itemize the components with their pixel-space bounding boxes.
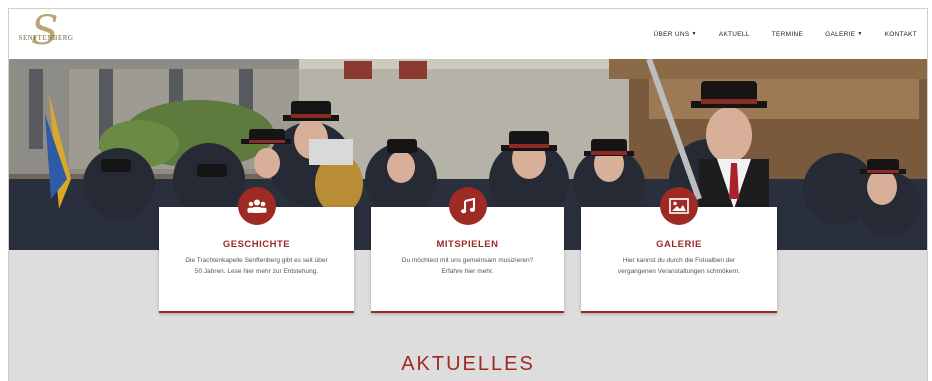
nav-label: GALERIE	[825, 30, 856, 38]
caret-down-icon: ▼	[691, 31, 697, 37]
nav-label: KONTAKT	[884, 30, 917, 38]
browser-viewport: S SENFTENBERG ÜBER UNS ▼ AKTUELL TERMINE…	[8, 8, 928, 381]
card-geschichte[interactable]: GESCHICHTE Die Trachtenkapelle Senftenbe…	[159, 187, 354, 313]
logo-wordmark: SENFTENBERG	[18, 34, 74, 42]
nav-label: AKTUELL	[718, 30, 750, 38]
card-badge	[237, 187, 276, 225]
nav-item-termine[interactable]: TERMINE	[772, 31, 803, 38]
card-badge	[448, 187, 487, 225]
card-text: Die Trachtenkapelle Senftenberg gibt es …	[185, 257, 328, 275]
nav-item-galerie[interactable]: GALERIE ▼	[825, 31, 863, 38]
nav-item-ueber-uns[interactable]: ÜBER UNS ▼	[654, 31, 697, 38]
nav-item-aktuell[interactable]: AKTUELL	[719, 31, 750, 38]
main-menu: ÜBER UNS ▼ AKTUELL TERMINE GALERIE ▼ KON…	[654, 9, 917, 59]
music-note-icon	[460, 198, 475, 214]
card-galerie[interactable]: GALERIE Hier kannst du durch die Fotoalb…	[581, 187, 777, 313]
caret-down-icon: ▼	[857, 31, 863, 37]
section-heading: AKTUELLES	[401, 353, 535, 375]
top-navigation: S SENFTENBERG ÜBER UNS ▼ AKTUELL TERMINE…	[9, 9, 927, 60]
card-badge	[660, 187, 698, 225]
card-mitspielen[interactable]: MITSPIELEN Du möchtest mit uns gemeinsam…	[371, 187, 564, 313]
site-logo[interactable]: S SENFTENBERG	[17, 11, 75, 53]
card-title: MITSPIELEN	[436, 239, 499, 250]
image-icon	[669, 198, 689, 214]
card-title: GALERIE	[656, 239, 702, 250]
card-title: GESCHICHTE	[222, 239, 291, 250]
logo-monogram: S	[31, 8, 59, 54]
card-text: Du möchtest mit uns gemeinsam musizieren…	[401, 257, 534, 275]
nav-label: ÜBER UNS	[653, 30, 690, 38]
nav-label: TERMINE	[771, 30, 804, 38]
card-text: Hier kannst du durch die Fotoalben der v…	[617, 257, 741, 275]
group-icon	[247, 199, 266, 213]
nav-item-kontakt[interactable]: KONTAKT	[885, 31, 917, 38]
